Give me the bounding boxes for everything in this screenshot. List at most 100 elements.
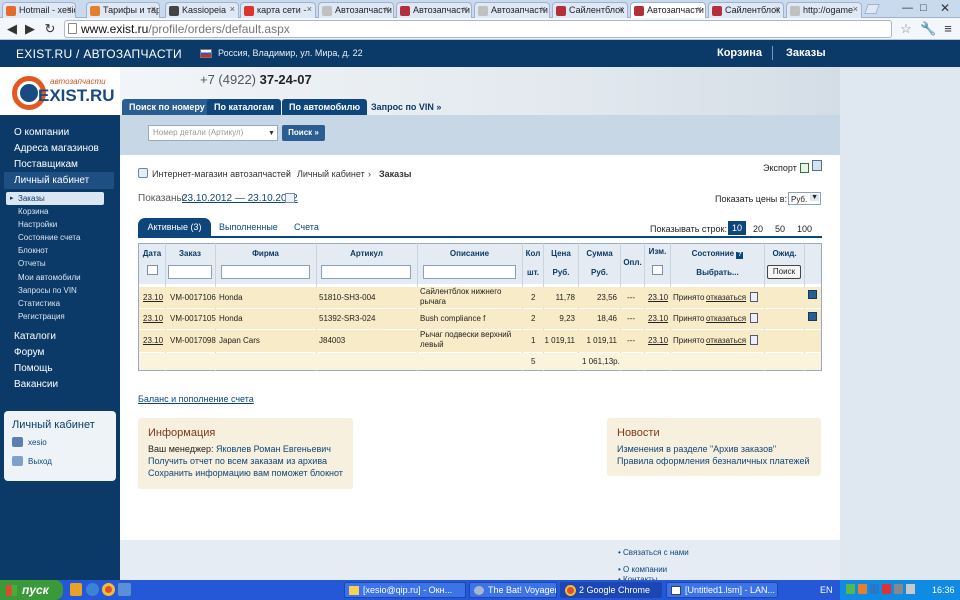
col-changed[interactable]: Изм. [645,247,670,256]
close-icon[interactable]: × [853,4,858,14]
quicklaunch-chrome-icon[interactable] [102,583,115,596]
manager-link[interactable]: Яковлев Роман Евгеньевич [216,444,331,454]
language-indicator[interactable]: EN [820,585,833,595]
col-firm[interactable]: Фирма [216,249,315,258]
filter-article-input[interactable] [321,265,411,279]
tray-icon[interactable] [894,584,903,594]
col-article[interactable]: Артикул [317,249,416,258]
row-date[interactable]: 23.10 [143,336,163,345]
username[interactable]: xesio [28,438,47,447]
sidebar-sub-registration[interactable]: Регистрация [18,312,65,321]
quicklaunch-folder-icon[interactable] [70,583,82,596]
excel-icon[interactable] [800,163,809,173]
minimize-icon[interactable]: — [902,2,913,14]
clock[interactable]: 16:36 [932,585,955,595]
filter-search-button[interactable]: Поиск [767,265,801,279]
close-icon[interactable]: × [775,4,780,14]
site-logo[interactable]: автозапчасти EXIST.RU [12,72,120,112]
row-order[interactable]: VM-0017105 [170,314,216,323]
row-date[interactable]: 23.10 [143,314,163,323]
browser-tab[interactable]: Kassiopeia × [165,2,239,18]
breadcrumb-shop[interactable]: Интернет-магазин автозапчастей [152,169,291,179]
tab-by-catalogs[interactable]: По каталогам [207,99,281,115]
row-changed[interactable]: 23.10 [648,336,668,345]
sidebar-item-stores[interactable]: Адреса магазинов [14,143,99,154]
site-brand[interactable]: EXIST.RU / АВТОЗАПЧАСТИ [16,47,182,61]
close-icon[interactable]: × [619,4,624,14]
row-date[interactable]: 23.10 [143,293,163,302]
start-button[interactable]: пуск [0,580,63,600]
browser-tab[interactable]: Автозапчасти × [396,2,472,18]
rows-option-20[interactable]: 20 [753,224,763,234]
calendar-icon[interactable] [147,265,158,275]
status-filter-select[interactable]: Выбрать... [671,268,764,277]
col-sum[interactable]: Сумма [579,249,620,258]
sidebar-item-help[interactable]: Помощь [14,363,53,374]
close-icon[interactable]: × [541,4,546,14]
close-icon[interactable]: × [697,4,702,14]
new-tab-button[interactable] [864,4,880,14]
col-expected[interactable]: Ожид. [765,249,804,258]
contact-link[interactable]: • Связаться с нами [618,548,689,557]
sidebar-item-account[interactable]: Личный кабинет [4,172,114,189]
tab-invoices[interactable]: Счета [294,222,319,232]
rows-option-10[interactable]: 10 [728,221,746,235]
calendar-icon[interactable] [285,193,295,203]
rows-option-100[interactable]: 100 [797,224,812,234]
news-item[interactable]: Изменения в разделе "Архив заказов" [617,444,776,454]
tray-icon[interactable] [870,584,879,594]
close-icon[interactable]: × [230,4,235,14]
col-price[interactable]: Цена [544,249,578,258]
browser-tab[interactable]: Автозапчасти × [318,2,394,18]
tray-icon[interactable] [846,584,855,594]
sidebar-sub-vin[interactable]: Запросы по VIN [18,286,77,295]
sidebar-item-jobs[interactable]: Вакансии [14,379,58,390]
taskbar-task[interactable]: [Untitled1.lsm] - LAN... [666,582,778,598]
footer-about-link[interactable]: • О компании [618,565,667,574]
col-qty[interactable]: Кол [523,249,543,258]
chevron-down-icon[interactable]: ▼ [268,130,275,137]
currency-select[interactable]: Руб. ▼ [788,192,821,205]
cancel-info-icon[interactable] [750,313,758,323]
browser-tab[interactable]: Сайлентблок × [708,2,784,18]
close-icon[interactable]: × [385,4,390,14]
tab-active-orders[interactable]: Активные (3) [138,218,211,236]
sidebar-item-catalogs[interactable]: Каталоги [14,331,56,342]
browser-tab-active[interactable]: Автозапчасти × [630,2,706,18]
row-article[interactable]: 51392-SR3-024 [319,314,375,323]
row-order[interactable]: VM-0017106 [170,293,216,302]
rows-option-50[interactable]: 50 [775,224,785,234]
browser-tab[interactable]: Автозапчасти × [474,2,550,18]
sidebar-sub-orders[interactable]: ▸ Заказы [6,192,104,205]
tab-search-by-number[interactable]: Поиск по номеру [122,99,212,115]
url-field[interactable]: www.exist.ru/profile/orders/default.aspx [64,20,892,38]
sidebar-item-suppliers[interactable]: Поставщикам [14,159,78,170]
print-icon[interactable] [812,160,822,171]
note-icon[interactable] [808,290,817,299]
close-icon[interactable]: × [151,4,156,14]
sidebar-item-forum[interactable]: Форум [14,347,44,358]
sidebar-sub-reports[interactable]: Отчеты [18,259,46,268]
sidebar-sub-cars[interactable]: Мои автомобили [18,273,81,282]
browser-tab[interactable]: Сайлентблок × [552,2,628,18]
sidebar-sub-cart[interactable]: Корзина [18,207,48,216]
window-close-icon[interactable]: ✕ [940,1,950,15]
reload-icon[interactable]: ↻ [42,21,58,37]
table-row[interactable]: 23.10 VM-0017106 Honda 51810-SH3-004 Сай… [139,287,821,308]
maximize-icon[interactable]: □ [920,2,927,14]
help-icon[interactable]: ? [736,252,744,259]
balance-link[interactable]: Баланс и пополнение счета [138,394,254,404]
home-icon[interactable] [138,168,148,178]
search-button[interactable]: Поиск » [282,125,325,141]
volume-icon[interactable] [906,584,915,594]
browser-tab[interactable]: http://ogame × [786,2,862,18]
sidebar-sub-balance[interactable]: Состояние счета [18,233,80,242]
forward-icon[interactable]: ▶ [22,21,38,37]
store-location[interactable]: Россия, Владимир, ул. Мира, д. 22 [218,48,363,58]
menu-icon[interactable]: ≡ [940,21,956,37]
tab-completed-orders[interactable]: Выполненные [219,222,278,232]
calendar-icon[interactable] [652,265,663,275]
quicklaunch-app-icon[interactable] [118,583,131,596]
tools-icon[interactable]: 🔧 [920,21,936,37]
tab-vin-request[interactable]: Запрос по VIN » [364,99,448,115]
